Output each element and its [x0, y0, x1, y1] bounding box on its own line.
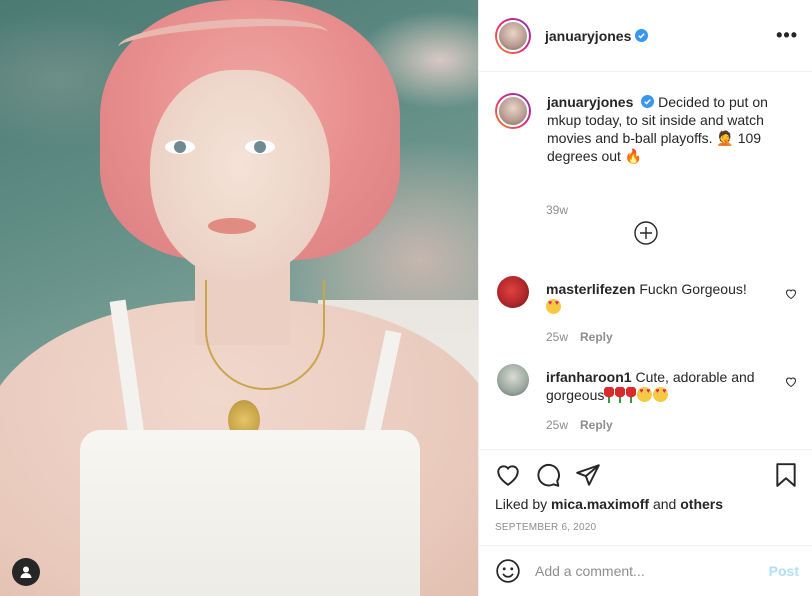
commenter-username[interactable]: irfanharoon1 — [546, 369, 632, 385]
commenter-avatar[interactable] — [497, 276, 529, 308]
heart-eyes-emoji — [653, 387, 669, 402]
post-photo[interactable] — [0, 0, 478, 596]
comment-meta: 25w Reply — [546, 418, 613, 432]
comment-input[interactable] — [535, 563, 755, 579]
comment-body: irfanharoon1 Cute, adorable and gorgeous — [546, 368, 772, 404]
comment-icon[interactable] — [535, 462, 561, 488]
load-more-icon[interactable] — [634, 221, 658, 245]
photo-subject-eye — [165, 140, 195, 154]
post-caption: januaryjones Decided to put on mkup toda… — [495, 93, 795, 217]
share-icon[interactable] — [575, 462, 601, 488]
commenter-username[interactable]: masterlifezen — [546, 281, 635, 297]
user-tag-icon[interactable] — [12, 558, 40, 586]
liked-by-user[interactable]: mica.maximoff — [551, 496, 649, 512]
comments-section: januaryjones Decided to put on mkup toda… — [479, 73, 812, 449]
emoji-icon[interactable] — [495, 558, 521, 584]
photo-subject-lips — [208, 218, 256, 234]
photo-dress — [80, 430, 420, 596]
rose-emoji — [615, 387, 626, 403]
comment-meta: 25w Reply — [546, 330, 613, 344]
reply-button[interactable]: Reply — [580, 418, 613, 432]
author-username-text[interactable]: januaryjones — [545, 28, 631, 44]
save-icon[interactable] — [773, 462, 799, 488]
caption-author-avatar[interactable] — [495, 93, 531, 129]
photo-subject-eye — [245, 140, 275, 154]
verified-icon — [635, 29, 649, 42]
add-comment-bar: Post — [479, 545, 812, 596]
post-actions: Liked by mica.maximoff and others SEPTEM… — [479, 449, 812, 545]
liked-and-label: and — [649, 496, 681, 512]
comment-body: masterlifezen Fuckn Gorgeous! — [546, 280, 772, 316]
comment-like-icon[interactable] — [785, 288, 797, 300]
photo-subject-face — [150, 70, 330, 280]
author-username[interactable]: januaryjones — [545, 28, 649, 44]
liked-by-others[interactable]: others — [680, 496, 723, 512]
post-header: januaryjones ••• — [479, 0, 812, 72]
heart-icon[interactable] — [495, 462, 521, 488]
author-avatar[interactable] — [495, 17, 531, 54]
comment-timestamp[interactable]: 25w — [546, 330, 568, 344]
reply-button[interactable]: Reply — [580, 330, 613, 344]
rose-emoji — [604, 387, 615, 403]
liked-by-label: Liked by — [495, 496, 552, 512]
likes-summary: Liked by mica.maximoff and others — [495, 496, 723, 512]
caption-timestamp[interactable]: 39w — [546, 203, 568, 217]
comment-like-icon[interactable] — [785, 376, 797, 388]
commenter-avatar[interactable] — [497, 364, 529, 396]
rose-emoji — [626, 387, 637, 403]
caption-text: januaryjones Decided to put on mkup toda… — [547, 93, 783, 165]
post-comment-button[interactable]: Post — [769, 563, 799, 579]
heart-eyes-emoji — [637, 387, 653, 402]
caption-username[interactable]: januaryjones — [547, 94, 633, 110]
heart-eyes-emoji — [546, 299, 561, 314]
post-date[interactable]: SEPTEMBER 6, 2020 — [495, 522, 596, 533]
comment-timestamp[interactable]: 25w — [546, 418, 568, 432]
verified-icon — [641, 95, 655, 108]
more-icon[interactable]: ••• — [776, 26, 798, 44]
post-panel: januaryjones ••• januaryjones Decided to… — [478, 0, 812, 596]
comment-text: Fuckn Gorgeous! — [639, 281, 747, 297]
